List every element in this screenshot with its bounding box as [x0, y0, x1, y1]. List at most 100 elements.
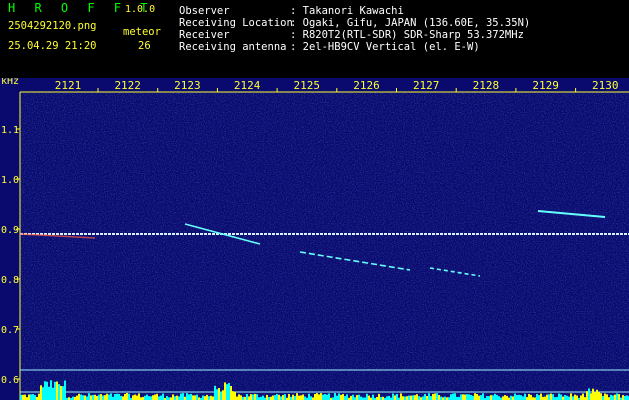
signal-level-bar — [434, 393, 436, 400]
signal-level-bar — [106, 393, 108, 400]
signal-level-bar — [430, 396, 432, 400]
freq-tick-label: 0.7 — [1, 325, 19, 336]
signal-level-bar — [276, 393, 278, 400]
signal-level-bar — [394, 395, 396, 400]
signal-level-bar — [486, 396, 488, 400]
meteor-count: 26 — [138, 40, 151, 52]
signal-level-bar — [28, 394, 30, 400]
observer-label: Observer — [179, 5, 230, 17]
signal-level-bar — [624, 395, 626, 400]
signal-level-bar — [118, 393, 120, 400]
signal-level-bar — [272, 395, 274, 400]
signal-level-bar — [546, 394, 548, 400]
signal-level-bar — [162, 393, 164, 400]
signal-level-bar — [282, 395, 284, 400]
freq-tick-label: 0.9 — [1, 225, 19, 236]
signal-level-bar — [460, 394, 462, 400]
signal-level-bar — [238, 394, 240, 400]
waterfall-spectrogram: kHz 2121 2122 2123 2124 2125 2126 2127 2128 2129… — [0, 78, 629, 400]
freq-tick-label: 1.0 — [1, 175, 19, 186]
signal-level-bar — [346, 394, 348, 400]
record-datetime: 25.04.29 21:20 — [8, 40, 97, 52]
time-tick-label: 2126 — [353, 79, 380, 92]
signal-level-bar — [604, 393, 606, 400]
signal-level-bar — [566, 395, 568, 400]
signal-level-bar — [298, 395, 300, 400]
signal-level-bar — [96, 396, 98, 400]
signal-level-bar — [322, 394, 324, 400]
signal-level-bar — [480, 395, 482, 400]
signal-level-bar — [404, 396, 406, 400]
time-tick-label: 2130 — [592, 79, 619, 92]
signal-level-bar — [528, 393, 530, 400]
signal-level-bar — [590, 393, 592, 400]
signal-level-bar — [392, 393, 394, 400]
signal-level-bar — [32, 394, 34, 400]
signal-level-bar — [412, 395, 414, 400]
signal-level-bar — [626, 395, 628, 400]
signal-level-bar — [128, 393, 130, 400]
signal-level-bar — [266, 394, 268, 400]
signal-level-bar — [540, 393, 542, 400]
signal-level-bar — [178, 396, 180, 400]
signal-level-bar — [48, 386, 50, 400]
signal-level-bar — [216, 389, 218, 400]
time-tick-label: 2127 — [413, 79, 440, 92]
signal-level-bar — [612, 395, 614, 400]
signal-level-bar — [214, 385, 216, 400]
signal-level-bar — [64, 380, 66, 400]
signal-level-bar — [284, 394, 286, 400]
signal-level-bar — [30, 394, 32, 400]
signal-level-bar — [524, 393, 526, 400]
signal-level-bar — [226, 384, 228, 400]
app-version: 1.0.0 — [125, 4, 156, 15]
signal-level-bar — [156, 393, 158, 400]
signal-level-bar — [176, 395, 178, 400]
signal-level-bar — [570, 393, 572, 400]
signal-level-bar — [182, 393, 184, 400]
signal-level-bar — [136, 395, 138, 400]
signal-level-bar — [202, 395, 204, 400]
signal-level-bar — [220, 391, 222, 400]
signal-level-bar — [38, 393, 40, 400]
signal-level-bar — [314, 393, 316, 400]
signal-level-bar — [496, 395, 498, 400]
signal-level-bar — [326, 394, 328, 400]
signal-level-bar — [88, 393, 90, 400]
signal-level-bar — [274, 395, 276, 400]
signal-level-bar — [278, 394, 280, 400]
signal-level-bar — [246, 394, 248, 400]
signal-level-bar — [594, 392, 596, 400]
time-tick-label: 2121 — [55, 79, 82, 92]
signal-level-bar — [90, 395, 92, 400]
header-panel: H R O F F T 1.0.0 2504292120.png meteor … — [0, 0, 629, 78]
signal-level-bar — [108, 394, 110, 400]
signal-level-bar — [294, 395, 296, 400]
signal-level-bar — [316, 393, 318, 400]
signal-level-bar — [124, 393, 126, 400]
time-tick-label: 2128 — [473, 79, 500, 92]
signal-level-bar — [110, 393, 112, 400]
signal-level-bar — [324, 394, 326, 400]
signal-level-bar — [368, 395, 370, 400]
observer-value: : Takanori Kawachi — [290, 5, 404, 17]
signal-level-bar — [120, 395, 122, 400]
signal-level-bar — [210, 395, 212, 400]
signal-level-bar — [148, 396, 150, 400]
signal-level-bar — [352, 394, 354, 400]
signal-level-bar — [188, 394, 190, 400]
location-value: : Ogaki, Gifu, JAPAN (136.60E, 35.35N) — [290, 17, 531, 29]
signal-level-bar — [144, 395, 146, 400]
signal-level-bar — [54, 381, 56, 400]
signal-level-bar — [428, 393, 430, 400]
signal-level-bar — [50, 380, 52, 400]
signal-level-bar — [334, 393, 336, 400]
signal-level-bar — [256, 394, 258, 400]
signal-level-bar — [190, 393, 192, 400]
signal-level-bar — [450, 394, 452, 400]
signal-level-bar — [616, 393, 618, 400]
signal-level-bar — [52, 387, 54, 400]
signal-level-bar — [154, 394, 156, 400]
signal-level-bar — [464, 394, 466, 400]
signal-level-bar — [580, 395, 582, 400]
